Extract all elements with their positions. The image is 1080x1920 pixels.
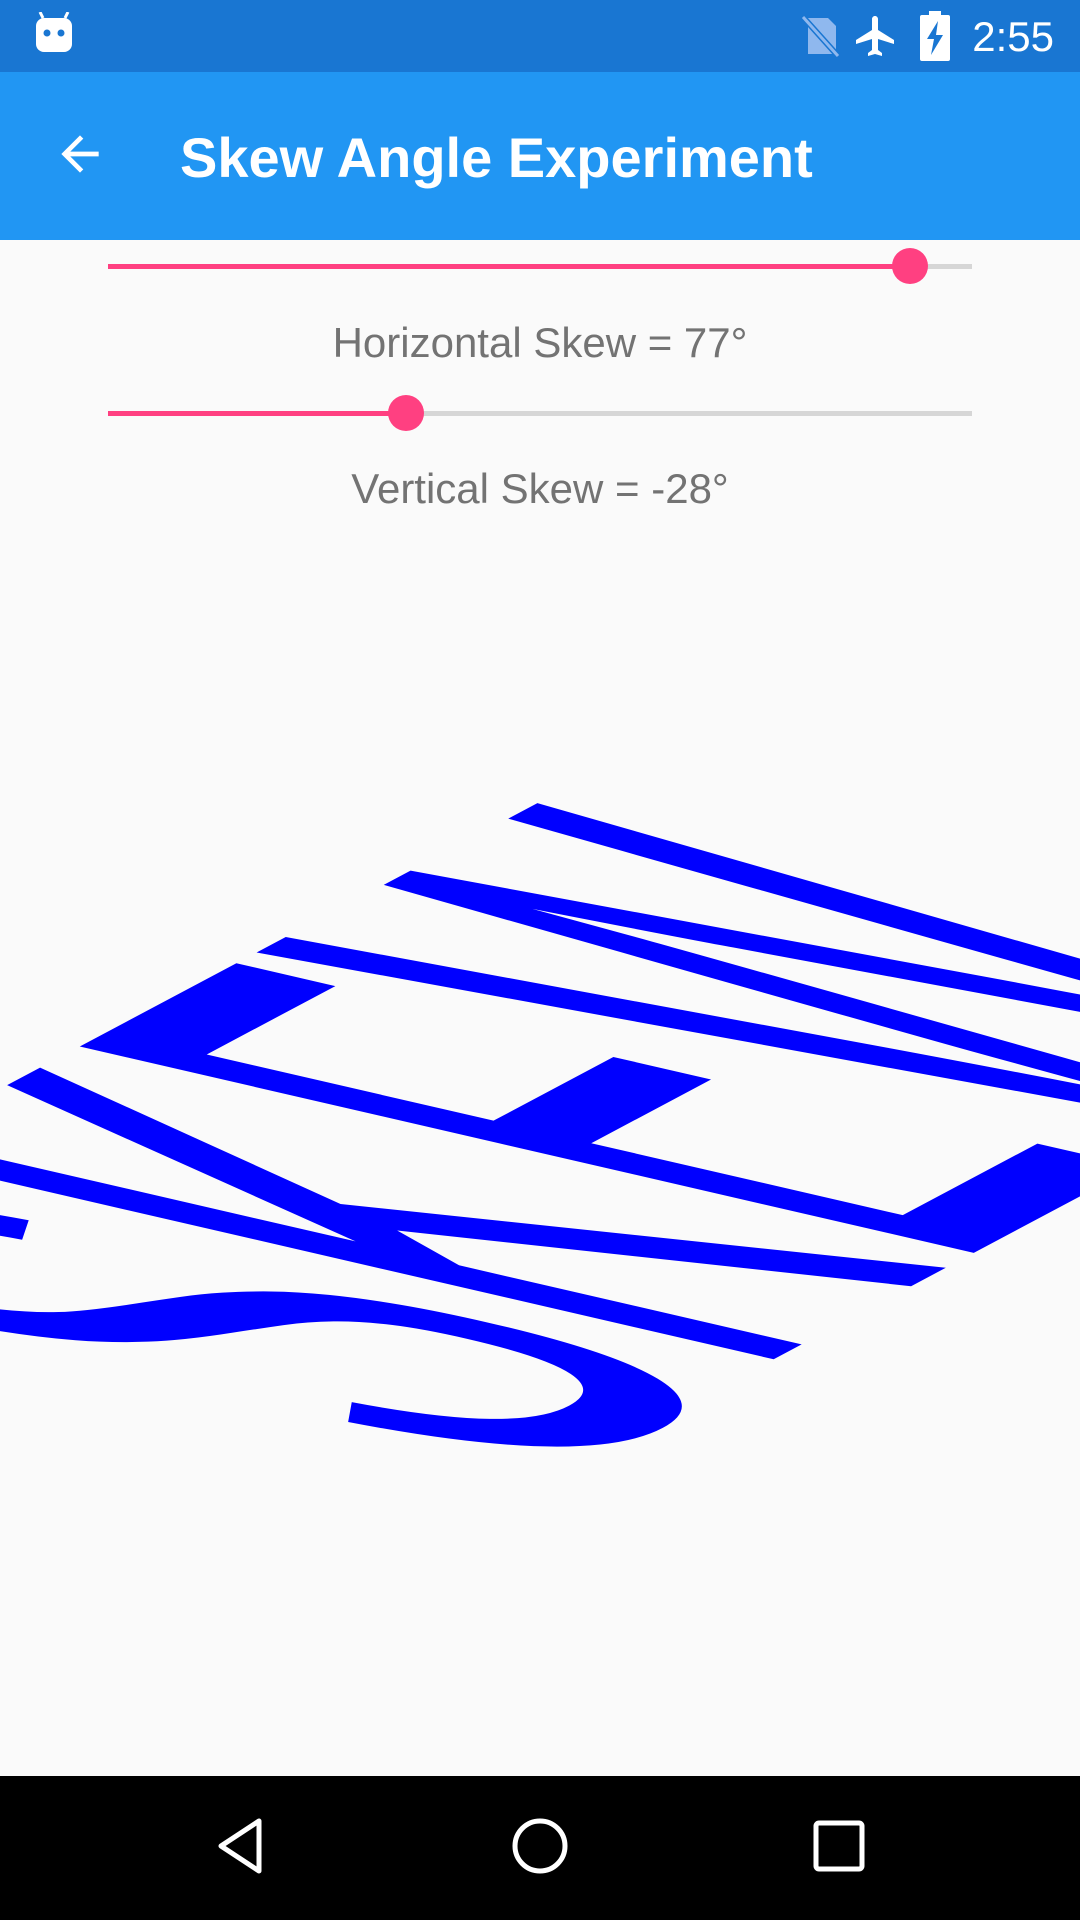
main-content: SKEW Horizontal Skew = 77° Vertical Skew… [0,240,1080,1776]
horizontal-skew-label: Horizontal Skew = 77° [332,319,748,366]
status-bar: 2:55 [0,0,1080,72]
back-triangle-icon [213,1816,269,1881]
arrow-back-icon [52,126,108,187]
slider-fill [108,411,406,416]
slider-fill [108,264,910,269]
vertical-skew-slider[interactable] [108,393,972,433]
nav-recents-button[interactable] [799,1808,879,1888]
back-button[interactable] [40,116,120,196]
no-sim-icon [800,14,841,63]
skew-text: SKEW [0,737,1080,1543]
slider-thumb[interactable] [891,248,928,284]
vertical-skew-label: Vertical Skew = -28° [351,465,729,512]
horizontal-skew-slider[interactable] [108,246,972,286]
home-circle-icon [510,1816,570,1881]
navigation-bar [0,1776,1080,1920]
slider-thumb[interactable] [387,395,424,431]
page-title: Skew Angle Experiment [180,126,813,189]
airplane-mode-icon [852,12,900,65]
status-clock: 2:55 [972,13,1054,60]
recents-square-icon [811,1818,867,1879]
android-bot-icon [34,11,74,61]
app-bar: Skew Angle Experiment [0,72,1080,240]
battery-charging-icon [920,11,950,66]
nav-back-button[interactable] [201,1808,281,1888]
nav-home-button[interactable] [500,1808,580,1888]
